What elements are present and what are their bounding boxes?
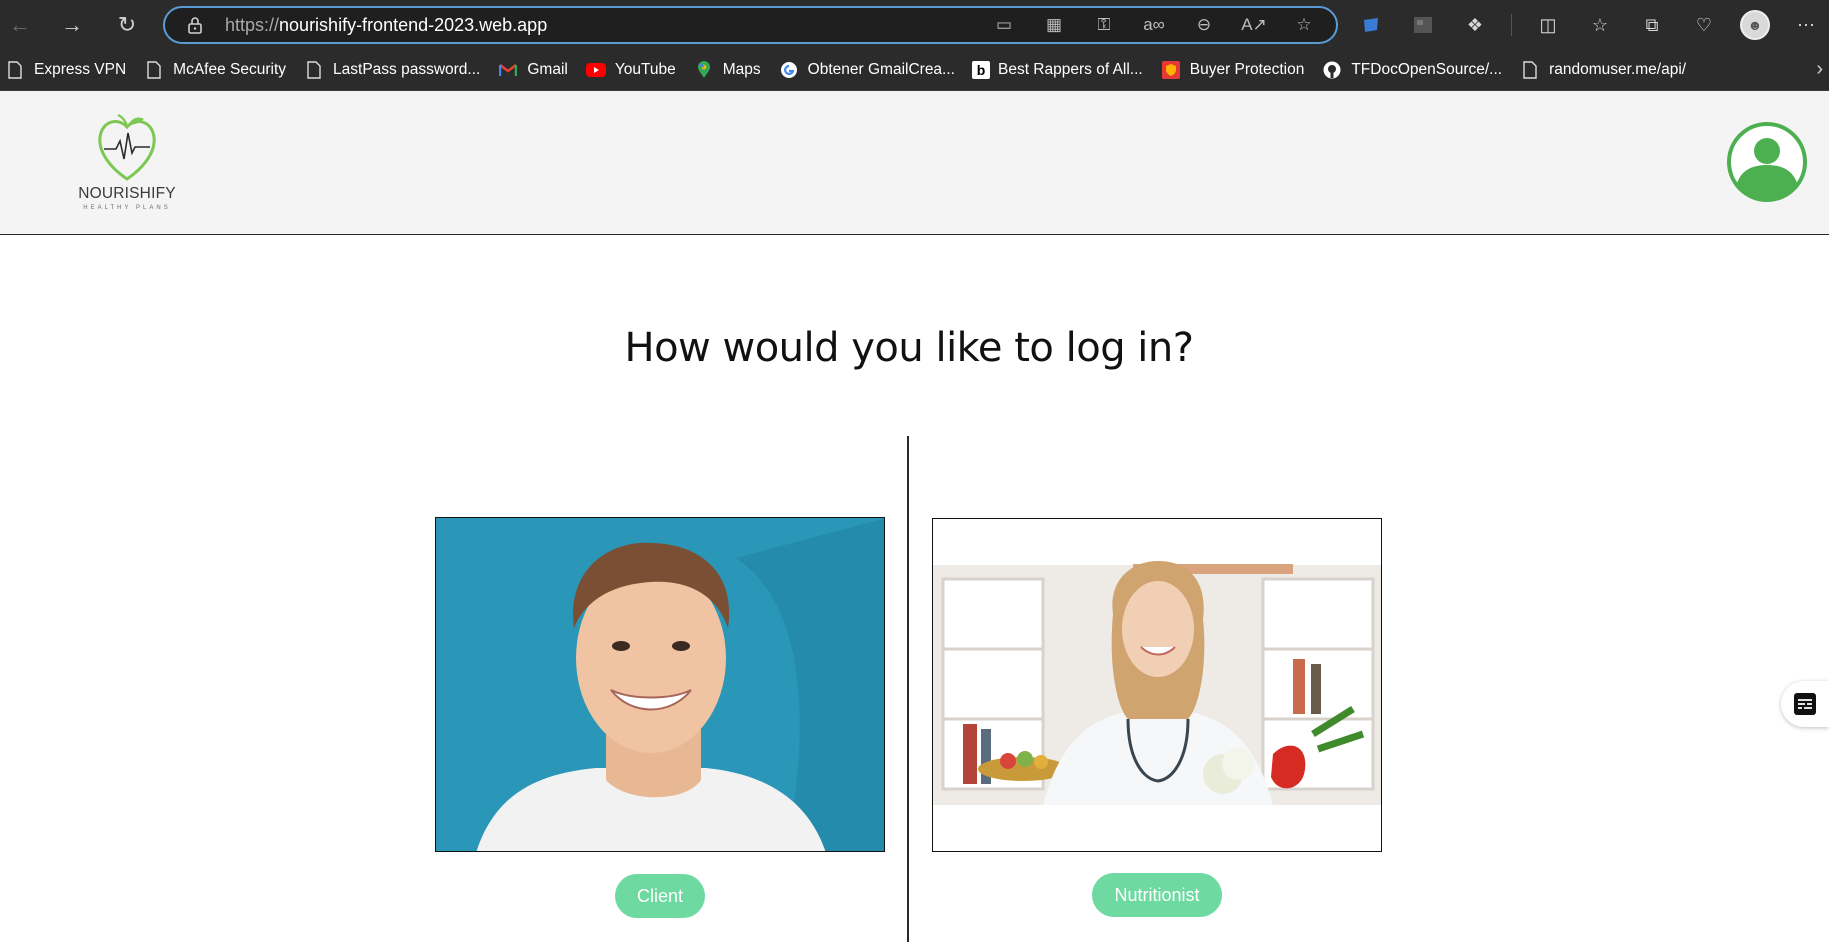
nourishify-logo[interactable]: NOURISHIFY HEALTHY PLANS: [78, 113, 176, 211]
app-header: NOURISHIFY HEALTHY PLANS: [0, 91, 1829, 235]
bookmark-label: Express VPN: [34, 61, 127, 78]
nutritionist-photo[interactable]: [932, 518, 1382, 852]
vertical-divider: [907, 436, 909, 942]
bookmark-best-rappers[interactable]: b Best Rappers of All...: [968, 54, 1156, 86]
bookmark-label: TFDocOpenSource/...: [1351, 61, 1503, 78]
bookmark-label: Maps: [722, 61, 761, 78]
bookmark-obtener-gmail[interactable]: Obtener GmailCrea...: [774, 54, 968, 86]
refresh-icon[interactable]: ↻: [107, 5, 147, 45]
bookmark-label: Gmail: [527, 61, 568, 78]
lock-icon: [185, 16, 205, 34]
extension-gray-icon[interactable]: [1407, 9, 1439, 41]
nutritionist-login-button[interactable]: Nutritionist: [1092, 873, 1222, 917]
read-aloud-icon[interactable]: A↗: [1240, 11, 1268, 39]
favorite-star-icon[interactable]: ☆: [1290, 11, 1318, 39]
bookmark-label: Best Rappers of All...: [997, 61, 1143, 78]
more-menu-icon[interactable]: ⋯: [1790, 9, 1822, 41]
shield-icon: [1160, 59, 1182, 81]
b-icon: b: [971, 61, 990, 79]
favorites-icon[interactable]: ☆: [1584, 9, 1616, 41]
bookmark-label: randomuser.me/api/: [1549, 61, 1687, 78]
page-icon: [303, 59, 325, 81]
page-icon: [143, 59, 165, 81]
bookmark-label: LastPass password...: [333, 61, 481, 78]
user-profile-icon[interactable]: [1726, 121, 1808, 203]
translate-icon[interactable]: a∞: [1140, 11, 1168, 39]
bookmark-gmail[interactable]: Gmail: [493, 54, 580, 86]
bookmarks-bar: Express VPN McAfee Security LastPass pas…: [0, 50, 1829, 91]
extensions-puzzle-icon[interactable]: ❖: [1459, 9, 1491, 41]
key-icon[interactable]: ⚿: [1090, 11, 1118, 39]
bookmark-buyer-protection[interactable]: Buyer Protection: [1156, 54, 1318, 86]
bookmark-label: Buyer Protection: [1189, 61, 1305, 78]
split-screen-icon[interactable]: ◫: [1532, 9, 1564, 41]
youtube-icon: [585, 59, 607, 81]
device-icon[interactable]: ▭: [990, 11, 1018, 39]
sidebar-toggle-icon[interactable]: [1781, 681, 1829, 727]
bookmark-lastpass[interactable]: LastPass password...: [299, 54, 493, 86]
logo-name: NOURISHIFY: [78, 185, 176, 202]
apple-heartbeat-icon: [98, 114, 156, 181]
bookmark-label: McAfee Security: [173, 61, 287, 78]
toolbar-separator: [1511, 14, 1512, 36]
address-bar[interactable]: https://nourishify-frontend-2023.web.app…: [163, 6, 1338, 44]
bookmark-label: YouTube: [614, 61, 676, 78]
bookmark-maps[interactable]: Maps: [689, 54, 774, 86]
zoom-out-icon[interactable]: ⊖: [1190, 11, 1218, 39]
bookmark-express-vpn[interactable]: Express VPN: [0, 54, 139, 86]
chevron-right-icon[interactable]: ›: [1816, 58, 1823, 81]
client-photo[interactable]: [435, 517, 885, 852]
back-icon[interactable]: ←: [0, 5, 40, 45]
page-icon: [1519, 59, 1541, 81]
bookmark-randomuser[interactable]: randomuser.me/api/: [1515, 54, 1699, 86]
collections-icon[interactable]: ⧉: [1636, 9, 1668, 41]
page-icon: [4, 59, 26, 81]
google-icon: [778, 59, 800, 81]
app-grid-icon[interactable]: ▦: [1040, 11, 1068, 39]
gmail-icon: [497, 59, 519, 81]
browser-profile-avatar[interactable]: ☻: [1740, 10, 1770, 40]
bookmark-github[interactable]: TFDocOpenSource/...: [1317, 54, 1515, 86]
bookmark-label: Obtener GmailCrea...: [807, 61, 955, 78]
logo-tagline: HEALTHY PLANS: [83, 205, 171, 211]
bookmark-mcafee[interactable]: McAfee Security: [139, 54, 299, 86]
extension-blue-icon[interactable]: [1355, 9, 1387, 41]
maps-icon: [693, 59, 715, 81]
bookmark-youtube[interactable]: YouTube: [581, 54, 689, 86]
browser-health-icon[interactable]: ♡: [1688, 9, 1720, 41]
client-login-button[interactable]: Client: [615, 874, 705, 918]
forward-icon[interactable]: →: [52, 5, 92, 45]
browser-toolbar: ← → ↻ https://nourishify-frontend-2023.w…: [0, 0, 1829, 50]
github-icon: [1321, 59, 1343, 81]
page-title: How would you like to log in?: [624, 325, 1195, 371]
url-text: https://nourishify-frontend-2023.web.app: [225, 14, 548, 35]
